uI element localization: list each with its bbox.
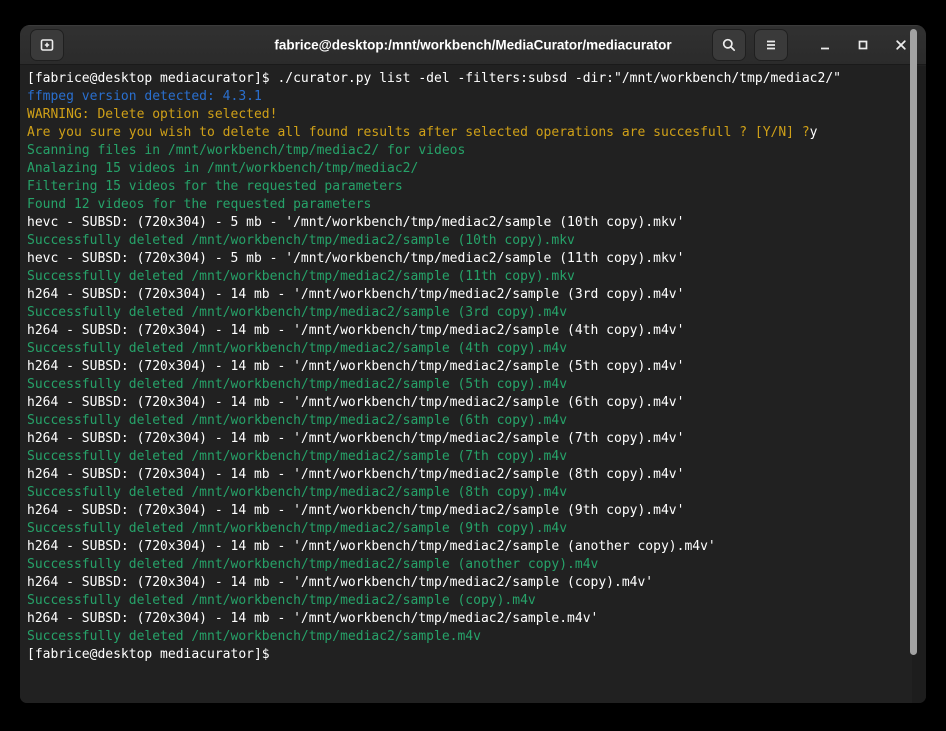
terminal-text-segment: [fabrice@desktop mediacurator]$ ./curato… [27,71,841,86]
terminal-text-segment: h264 - SUBSD: (720x304) - 14 mb - '/mnt/… [27,503,684,518]
terminal-text-segment: y [810,125,818,140]
terminal-line: h264 - SUBSD: (720x304) - 14 mb - '/mnt/… [27,394,926,412]
terminal-text-segment: Successfully deleted /mnt/workbench/tmp/… [27,485,567,500]
terminal-window: fabrice@desktop:/mnt/workbench/MediaCura… [20,25,926,703]
new-tab-icon [39,37,55,53]
terminal-line: Successfully deleted /mnt/workbench/tmp/… [27,376,926,394]
terminal-text-segment: Successfully deleted /mnt/workbench/tmp/… [27,557,598,572]
minimize-button[interactable] [810,30,840,60]
terminal-text-segment: Successfully deleted /mnt/workbench/tmp/… [27,269,575,284]
terminal-text-segment: Are you sure you wish to delete all foun… [27,125,810,140]
terminal-line: h264 - SUBSD: (720x304) - 14 mb - '/mnt/… [27,502,926,520]
search-icon [721,37,737,53]
menu-button[interactable] [754,29,788,61]
terminal-text-segment: h264 - SUBSD: (720x304) - 14 mb - '/mnt/… [27,467,684,482]
search-button[interactable] [712,29,746,61]
terminal-line: h264 - SUBSD: (720x304) - 14 mb - '/mnt/… [27,430,926,448]
titlebar[interactable]: fabrice@desktop:/mnt/workbench/MediaCura… [20,25,926,65]
close-icon [894,38,908,52]
terminal-line: h264 - SUBSD: (720x304) - 14 mb - '/mnt/… [27,286,926,304]
terminal-line: Successfully deleted /mnt/workbench/tmp/… [27,556,926,574]
terminal-line: Successfully deleted /mnt/workbench/tmp/… [27,520,926,538]
terminal-text-segment: Filtering 15 videos for the requested pa… [27,179,403,194]
terminal-line: Scanning files in /mnt/workbench/tmp/med… [27,142,926,160]
terminal-line: Successfully deleted /mnt/workbench/tmp/… [27,232,926,250]
terminal-line: Successfully deleted /mnt/workbench/tmp/… [27,340,926,358]
terminal-text-segment: Successfully deleted /mnt/workbench/tmp/… [27,377,567,392]
terminal-text-segment: h264 - SUBSD: (720x304) - 14 mb - '/mnt/… [27,575,653,590]
terminal-text-segment: Successfully deleted /mnt/workbench/tmp/… [27,233,575,248]
terminal-line: hevc - SUBSD: (720x304) - 5 mb - '/mnt/w… [27,250,926,268]
terminal-line: h264 - SUBSD: (720x304) - 14 mb - '/mnt/… [27,358,926,376]
terminal-text-segment: Scanning files in /mnt/workbench/tmp/med… [27,143,465,158]
terminal-line: h264 - SUBSD: (720x304) - 14 mb - '/mnt/… [27,538,926,556]
terminal-text-segment: h264 - SUBSD: (720x304) - 14 mb - '/mnt/… [27,431,684,446]
terminal-text-segment: h264 - SUBSD: (720x304) - 14 mb - '/mnt/… [27,287,684,302]
terminal-line: WARNING: Delete option selected! [27,106,926,124]
terminal-line: Are you sure you wish to delete all foun… [27,124,926,142]
terminal-text-segment: hevc - SUBSD: (720x304) - 5 mb - '/mnt/w… [27,215,684,230]
window-title: fabrice@desktop:/mnt/workbench/MediaCura… [274,37,671,52]
hamburger-menu-icon [763,37,779,53]
terminal-line: Successfully deleted /mnt/workbench/tmp/… [27,448,926,466]
terminal-line: Filtering 15 videos for the requested pa… [27,178,926,196]
new-tab-button[interactable] [30,29,64,61]
terminal-line: ffmpeg version detected: 4.3.1 [27,88,926,106]
minimize-icon [818,38,832,52]
terminal-line: Successfully deleted /mnt/workbench/tmp/… [27,412,926,430]
maximize-icon [856,38,870,52]
terminal-text-segment: h264 - SUBSD: (720x304) - 14 mb - '/mnt/… [27,323,684,338]
terminal-text-segment: [fabrice@desktop mediacurator]$ [27,647,270,662]
terminal-line: h264 - SUBSD: (720x304) - 14 mb - '/mnt/… [27,322,926,340]
terminal-line: hevc - SUBSD: (720x304) - 5 mb - '/mnt/w… [27,214,926,232]
terminal-text-segment: Successfully deleted /mnt/workbench/tmp/… [27,449,567,464]
terminal-text-segment: Analazing 15 videos in /mnt/workbench/tm… [27,161,418,176]
terminal-line: Successfully deleted /mnt/workbench/tmp/… [27,484,926,502]
terminal-line: Successfully deleted /mnt/workbench/tmp/… [27,304,926,322]
terminal-line: Successfully deleted /mnt/workbench/tmp/… [27,268,926,286]
maximize-button[interactable] [848,30,878,60]
terminal-line: h264 - SUBSD: (720x304) - 14 mb - '/mnt/… [27,466,926,484]
terminal-line: Successfully deleted /mnt/workbench/tmp/… [27,628,926,646]
terminal-text-segment: Found 12 videos for the requested parame… [27,197,371,212]
terminal-line: h264 - SUBSD: (720x304) - 14 mb - '/mnt/… [27,574,926,592]
terminal-text-segment: Successfully deleted /mnt/workbench/tmp/… [27,341,567,356]
terminal-line: Found 12 videos for the requested parame… [27,196,926,214]
terminal-text-segment: hevc - SUBSD: (720x304) - 5 mb - '/mnt/w… [27,251,684,266]
scrollbar-thumb[interactable] [910,29,917,655]
terminal-text-segment: h264 - SUBSD: (720x304) - 14 mb - '/mnt/… [27,611,598,626]
terminal-text-segment: Successfully deleted /mnt/workbench/tmp/… [27,521,567,536]
terminal-text-segment: WARNING: Delete option selected! [27,107,277,122]
terminal-text-segment: ffmpeg version detected: 4.3.1 [27,89,262,104]
terminal-text-segment: h264 - SUBSD: (720x304) - 14 mb - '/mnt/… [27,395,684,410]
terminal-line: [fabrice@desktop mediacurator]$ [27,646,926,664]
terminal-text-segment: Successfully deleted /mnt/workbench/tmp/… [27,629,481,644]
terminal-text-segment: h264 - SUBSD: (720x304) - 14 mb - '/mnt/… [27,359,684,374]
terminal-text-segment: h264 - SUBSD: (720x304) - 14 mb - '/mnt/… [27,539,716,554]
terminal-text-segment: Successfully deleted /mnt/workbench/tmp/… [27,413,567,428]
terminal-line: h264 - SUBSD: (720x304) - 14 mb - '/mnt/… [27,610,926,628]
terminal-line: Analazing 15 videos in /mnt/workbench/tm… [27,160,926,178]
terminal-line: [fabrice@desktop mediacurator]$ ./curato… [27,70,926,88]
terminal-line: Successfully deleted /mnt/workbench/tmp/… [27,592,926,610]
terminal-output[interactable]: [fabrice@desktop mediacurator]$ ./curato… [20,66,926,703]
terminal-text-segment: Successfully deleted /mnt/workbench/tmp/… [27,593,536,608]
terminal-text-segment: Successfully deleted /mnt/workbench/tmp/… [27,305,567,320]
